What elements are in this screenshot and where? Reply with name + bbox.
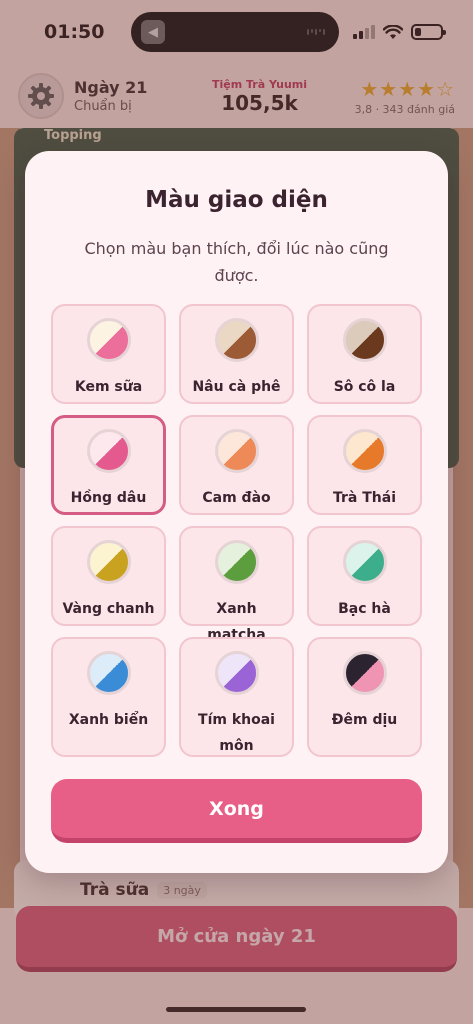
theme-swatch-icon	[86, 318, 131, 362]
theme-option[interactable]: Kem sữa	[51, 304, 166, 404]
theme-swatch-icon	[342, 651, 387, 695]
theme-swatch-icon	[86, 651, 131, 695]
theme-option[interactable]: Xanh biển	[51, 637, 166, 757]
theme-modal: Màu giao diện Chọn màu bạn thích, đổi lú…	[25, 151, 448, 873]
modal-title: Màu giao diện	[145, 187, 328, 213]
theme-option-label: Trà Thái	[333, 490, 396, 506]
theme-option-label: Vàng chanh	[62, 601, 155, 617]
theme-option-label: Hồng dâu	[70, 490, 147, 506]
theme-swatch-icon	[214, 651, 259, 695]
theme-swatch-icon	[342, 429, 387, 473]
theme-swatch-icon	[214, 318, 259, 362]
theme-option[interactable]: Xanh matcha	[179, 526, 294, 643]
theme-swatch-icon	[214, 540, 259, 584]
theme-option-label: Đêm dịu	[331, 712, 398, 728]
theme-option[interactable]: Hồng dâu	[51, 415, 166, 515]
theme-option[interactable]: Nâu cà phê	[179, 304, 294, 404]
theme-option[interactable]: Cam đào	[179, 415, 294, 515]
theme-option[interactable]: Bạc hà	[307, 526, 422, 626]
theme-option-label: Nâu cà phê	[192, 379, 281, 395]
theme-option[interactable]: Vàng chanh	[51, 526, 166, 626]
theme-option[interactable]: Sô cô la	[307, 304, 422, 404]
theme-swatch-icon	[342, 540, 387, 584]
theme-grid: Kem sữa Nâu cà phê Sô cô la Hồng dâu Cam đào…	[51, 304, 422, 757]
theme-option-label: Kem sữa	[74, 379, 143, 395]
theme-option-label: Sô cô la	[333, 379, 396, 395]
modal-subtitle: Chọn màu bạn thích, đổi lúc nào cũng đượ…	[84, 239, 389, 285]
theme-option-label: Bạc hà	[338, 601, 391, 617]
theme-option[interactable]: Tím khoai môn	[179, 637, 294, 757]
theme-swatch-icon	[86, 429, 131, 473]
theme-swatch-icon	[342, 318, 387, 362]
theme-swatch-icon	[214, 429, 259, 473]
theme-option-label: Cam đào	[202, 490, 271, 506]
theme-option[interactable]: Trà Thái	[307, 415, 422, 515]
theme-option[interactable]: Đêm dịu	[307, 637, 422, 757]
theme-option-label: Xanh biển	[68, 712, 149, 728]
theme-option-label: Tím khoai môn	[198, 712, 275, 754]
done-button[interactable]: Xong	[51, 779, 422, 843]
theme-swatch-icon	[86, 540, 131, 584]
